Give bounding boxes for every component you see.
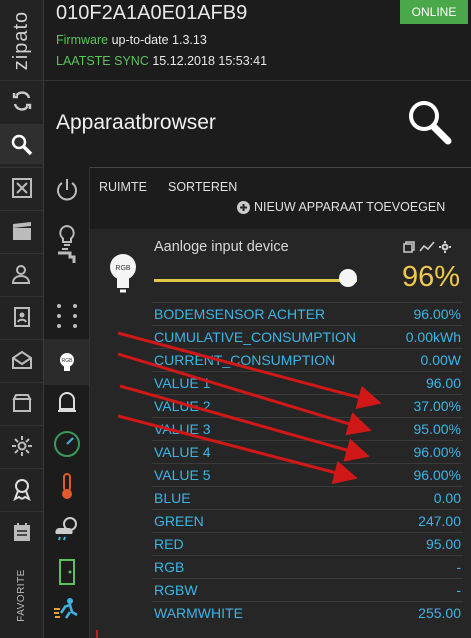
motion-icon[interactable]	[44, 587, 89, 633]
contacts-icon[interactable]	[0, 296, 43, 336]
attribute-row: RGBW -	[152, 578, 463, 601]
attribute-name: WARMWHITE	[154, 605, 243, 621]
attribute-row: VALUE 3 95.00%	[152, 417, 463, 440]
attribute-value: -	[456, 559, 461, 575]
attribute-name: RGB	[154, 559, 185, 575]
attribute-row: VALUE 2 37.00%	[152, 394, 463, 417]
red-marker	[96, 630, 98, 638]
attribute-row: VALUE 1 96.00	[152, 371, 463, 394]
icon-text: RGB	[115, 265, 131, 272]
attribute-row: RGB -	[152, 555, 463, 578]
sync-line: LAATSTE SYNC 15.12.2018 15:53:41	[56, 54, 267, 68]
bell-icon[interactable]	[44, 379, 89, 425]
gear-icon[interactable]	[439, 241, 451, 253]
attribute-value: 0.00W	[420, 352, 461, 368]
mail-icon[interactable]	[0, 339, 43, 379]
device-browser-main: RUIMTE SORTEREN NIEUW APPARAAT TOEVOEGEN…	[90, 167, 471, 638]
attribute-value: 96.00%	[413, 306, 461, 322]
weather-icon[interactable]	[44, 505, 89, 551]
box-icon[interactable]	[0, 382, 43, 422]
rgb-bulb-icon: RGB	[108, 251, 138, 300]
attribute-name: BLUE	[154, 490, 191, 506]
controller-id: 010F2A1A0E01AFB9	[56, 2, 248, 24]
settings-gear-icon[interactable]	[0, 425, 43, 465]
attribute-row: BODEMSENSOR ACHTER 96.00%	[152, 302, 463, 325]
attribute-name: GREEN	[154, 513, 204, 529]
attribute-value: 0.00kWh	[405, 329, 461, 345]
attribute-value: 0.00	[433, 490, 461, 506]
status-badge: ONLINE	[400, 0, 468, 24]
attribute-value: 95.00%	[413, 421, 461, 437]
gauge-icon[interactable]	[44, 421, 89, 467]
attribute-value: 96.00%	[413, 467, 461, 483]
device-card: RGB Aanloge input device 96% BODEMSENSOR…	[90, 229, 471, 638]
users-icon[interactable]	[0, 253, 43, 293]
dots-icon[interactable]	[44, 293, 89, 339]
attribute-name: VALUE 3	[154, 421, 211, 437]
sync-value: 15.12.2018 15:53:41	[152, 54, 268, 68]
device-header: 010F2A1A0E01AFB9 ONLINE Firmware up-to-d…	[44, 0, 471, 81]
attribute-name: CURRENT_CONSUMPTION	[154, 352, 336, 368]
add-device-button[interactable]: NIEUW APPARAAT TOEVOEGEN	[237, 200, 445, 214]
firmware-value: up-to-date 1.3.13	[111, 33, 207, 47]
attribute-row: VALUE 5 96.00%	[152, 463, 463, 486]
firmware-line: Firmware up-to-date 1.3.13	[56, 33, 207, 47]
attribute-row: GREEN 247.00	[152, 509, 463, 532]
clapperboard-icon[interactable]	[0, 210, 43, 250]
attribute-row: WARMWHITE 255.00	[152, 601, 463, 624]
page-titlebar: Apparaatbrowser	[44, 81, 471, 168]
attribute-row: RED 95.00	[152, 532, 463, 555]
power-icon[interactable]	[44, 167, 89, 213]
main-sidebar: zipato FAVORITE	[0, 0, 44, 638]
room-filter-button[interactable]: RUIMTE	[99, 180, 147, 194]
attribute-row: BLUE 0.00	[152, 486, 463, 509]
svg-text:RGB: RGB	[61, 358, 73, 364]
attribute-value: 37.00%	[413, 398, 461, 414]
faucet-icon[interactable]	[44, 243, 89, 273]
attribute-name: BODEMSENSOR ACHTER	[154, 306, 326, 322]
category-bar: RGB	[44, 167, 90, 638]
calendar-icon[interactable]	[0, 511, 43, 551]
level-slider-handle[interactable]	[338, 269, 357, 287]
sync-icon[interactable]	[0, 80, 43, 120]
attribute-name: CUMULATIVE_CONSUMPTION	[154, 329, 356, 345]
level-percentage: 96%	[401, 261, 460, 293]
device-tools	[403, 241, 451, 253]
copy-icon[interactable]	[403, 241, 415, 253]
attribute-name: VALUE 1	[154, 375, 211, 391]
chart-icon[interactable]	[419, 241, 435, 253]
attribute-value: 255.00	[418, 605, 461, 621]
device-name: Aanloge input device	[154, 239, 289, 255]
attribute-row: CURRENT_CONSUMPTION 0.00W	[152, 348, 463, 371]
scenes-icon[interactable]	[0, 167, 43, 207]
add-device-label: NIEUW APPARAAT TOEVOEGEN	[254, 200, 446, 214]
attribute-name: VALUE 2	[154, 398, 211, 414]
attribute-list: BODEMSENSOR ACHTER 96.00% CUMULATIVE_CONSU…	[152, 302, 463, 624]
plus-circle-icon	[237, 200, 250, 214]
attribute-name: VALUE 4	[154, 444, 211, 460]
attribute-name: RGBW	[154, 582, 198, 598]
attribute-row: CUMULATIVE_CONSUMPTION 0.00kWh	[152, 325, 463, 348]
firmware-label: Firmware	[56, 33, 109, 47]
attribute-value: 247.00	[418, 513, 461, 529]
attribute-name: VALUE 5	[154, 467, 211, 483]
attribute-row: VALUE 4 96.00%	[152, 440, 463, 463]
search-icon[interactable]	[0, 124, 43, 164]
award-icon[interactable]	[0, 468, 43, 508]
magnifier-icon[interactable]	[407, 99, 453, 152]
page-title: Apparaatbrowser	[56, 111, 216, 134]
level-slider[interactable]	[154, 279, 357, 282]
thermometer-icon[interactable]	[44, 463, 89, 509]
favorite-tab[interactable]: FAVORITE	[0, 555, 43, 635]
attribute-name: RED	[154, 536, 184, 552]
attribute-value: 96.00%	[413, 444, 461, 460]
sort-button[interactable]: SORTEREN	[168, 180, 237, 194]
zipato-logo: zipato	[10, 10, 32, 70]
attribute-value: 95.00	[425, 536, 461, 552]
attribute-value: -	[456, 582, 461, 598]
sync-label: LAATSTE SYNC	[56, 54, 149, 68]
attribute-value: 96.00	[425, 375, 461, 391]
